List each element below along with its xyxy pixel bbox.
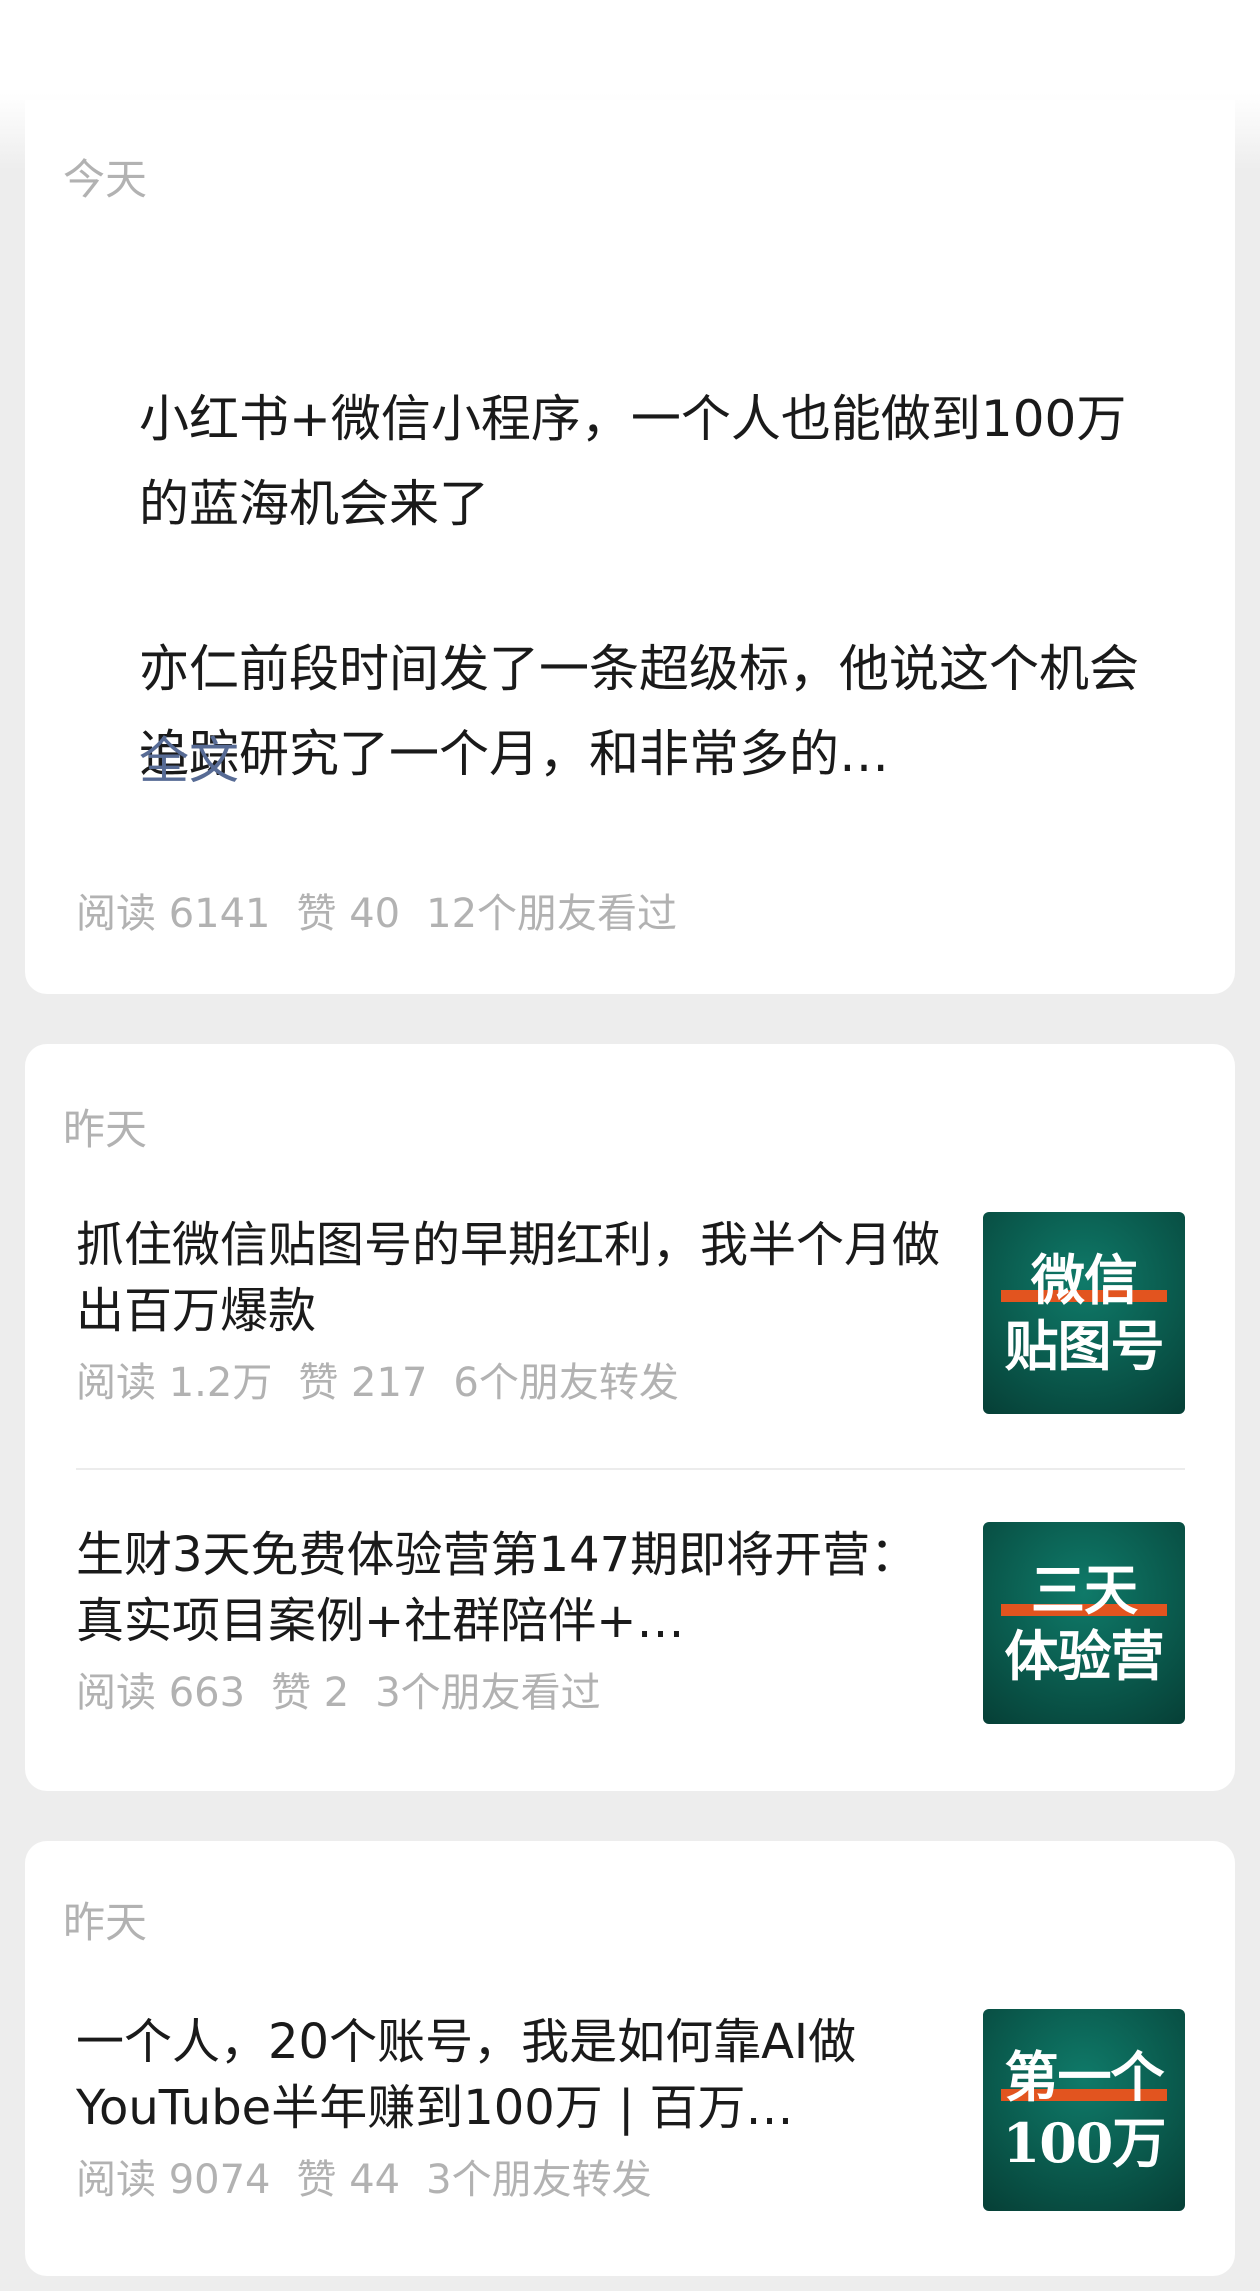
- thumbnail-text-line2: 100万: [1002, 2111, 1167, 2175]
- article-thumbnail: 第一个 100万: [983, 2009, 1185, 2211]
- article-item[interactable]: 生财3天免费体验营第147期即将开营：真实项目案例+社群陪伴+… 阅读 663 赞…: [25, 1522, 1235, 1752]
- thumbnail-text-line1: 第一个: [1004, 2045, 1165, 2109]
- message-card-yesterday-1: 昨天 抓住微信贴图号的早期红利，我半个月做出百万爆款 阅读 1.2万赞 217 6…: [25, 1044, 1235, 1791]
- thumbnail-text-line2: 贴图号: [1004, 1314, 1165, 1378]
- thumbnail-text-line2: 体验营: [1004, 1624, 1165, 1688]
- friends-viewed: 12个朋友看过: [426, 891, 678, 937]
- message-card-today[interactable]: 今天 小红书+微信小程序，一个人也能做到100万的蓝海机会来了 亦仁前段时间发了…: [25, 100, 1235, 994]
- message-body: 亦仁前段时间发了一条超级标，他说这个机会追踪研究了一个月，和非常多的…: [139, 640, 1139, 783]
- date-label: 昨天: [63, 1898, 148, 1947]
- article-thumbnail: 微信 贴图号: [983, 1212, 1185, 1414]
- article-thumbnail: 三天 体验营: [983, 1522, 1185, 1724]
- article-item[interactable]: 抓住微信贴图号的早期红利，我半个月做出百万爆款 阅读 1.2万赞 217 6个朋友…: [25, 1212, 1235, 1442]
- read-count: 阅读 9074: [76, 2157, 271, 2203]
- article-title: 一个人，20个账号，我是如何靠AI做YouTube半年赚到100万 | 百万…: [76, 2014, 857, 2136]
- article-stats: 阅读 1.2万赞 217 6个朋友转发: [76, 1355, 705, 1411]
- divider: [76, 1468, 1185, 1470]
- article-title: 生财3天免费体验营第147期即将开营：真实项目案例+社群陪伴+…: [76, 1527, 919, 1649]
- friends-viewed: 3个朋友看过: [375, 1670, 601, 1716]
- read-count: 阅读 6141: [76, 891, 271, 937]
- thumbnail-text-line1: 三天: [1031, 1558, 1138, 1622]
- like-count: 赞 44: [296, 2157, 401, 2203]
- like-count: 赞 217: [298, 1360, 428, 1406]
- date-label: 今天: [63, 155, 148, 204]
- read-count: 阅读 1.2万: [76, 1360, 273, 1406]
- full-text-link[interactable]: 全文: [139, 726, 239, 796]
- article-title: 抓住微信贴图号的早期红利，我半个月做出百万爆款: [76, 1217, 941, 1339]
- read-count: 阅读 663: [76, 1670, 246, 1716]
- date-label: 昨天: [63, 1105, 148, 1154]
- friends-shared: 3个朋友转发: [426, 2157, 652, 2203]
- article-stats: 阅读 663 赞 2 3个朋友看过: [76, 1665, 627, 1721]
- message-stats: 阅读 6141 赞 40 12个朋友看过: [76, 886, 703, 942]
- friends-shared: 6个朋友转发: [453, 1360, 679, 1406]
- message-card-yesterday-2: 昨天 一个人，20个账号，我是如何靠AI做YouTube半年赚到100万 | 百…: [25, 1841, 1235, 2276]
- like-count: 赞 2: [271, 1670, 350, 1716]
- article-item[interactable]: 一个人，20个账号，我是如何靠AI做YouTube半年赚到100万 | 百万… …: [25, 2009, 1235, 2239]
- thumbnail-text-line1: 微信: [1031, 1248, 1138, 1312]
- article-stats: 阅读 9074 赞 44 3个朋友转发: [76, 2152, 678, 2208]
- like-count: 赞 40: [296, 891, 401, 937]
